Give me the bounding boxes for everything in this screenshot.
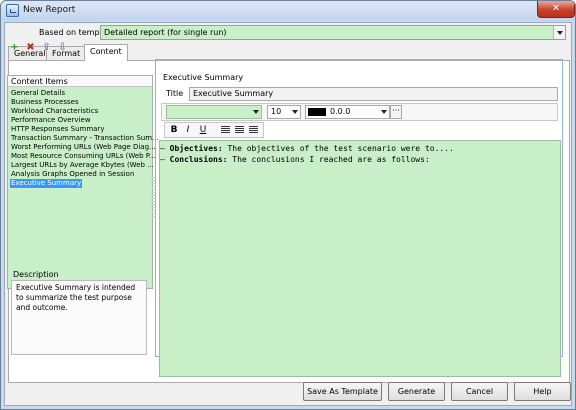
editor-line-text: The conclusions I reached are as follows… — [232, 155, 430, 164]
bold-button[interactable]: B — [168, 124, 180, 136]
align-right-icon[interactable] — [249, 126, 258, 134]
list-item[interactable]: Business Processes — [10, 98, 80, 107]
chevron-down-icon[interactable] — [553, 26, 565, 39]
list-item[interactable]: Largest URLs by Average Kbytes (Web ... — [10, 161, 155, 170]
delete-icon[interactable]: ✖ — [25, 42, 36, 53]
content-items-pane: Content Items General Details Business P… — [7, 75, 159, 289]
list-item[interactable]: Workload Characteristics — [10, 107, 99, 116]
editor-line-label: Conclusions: — [169, 155, 228, 164]
new-report-window: New Report ✕ Based on template Detailed … — [0, 0, 576, 410]
list-item[interactable]: Worst Performing URLs (Web Page Diag... — [10, 143, 157, 152]
list-item[interactable]: Performance Overview — [10, 116, 92, 125]
align-center-icon[interactable] — [235, 126, 244, 134]
editor-line: — Objectives: The objectives of the test… — [160, 144, 454, 153]
color-select[interactable]: 0.0.0 — [305, 105, 390, 119]
tab-content[interactable]: Content — [84, 44, 128, 61]
chevron-down-icon[interactable] — [251, 106, 261, 118]
generate-button[interactable]: Generate — [388, 382, 445, 401]
font-size-value: 10 — [271, 107, 282, 116]
list-item[interactable]: General Details — [10, 89, 66, 98]
move-down-icon[interactable]: ⇩ — [57, 42, 68, 53]
description-text: Executive Summary is intended to summari… — [11, 280, 147, 355]
italic-button[interactable]: I — [182, 124, 194, 136]
title-bar[interactable]: New Report ✕ — [1, 1, 575, 21]
template-value: Detailed report (for single run) — [104, 28, 227, 37]
save-as-template-button[interactable]: Save As Template — [303, 382, 382, 401]
font-size-select[interactable]: 10 — [267, 105, 301, 119]
editor-line-text: The objectives of the test scenario were… — [227, 144, 454, 153]
list-item[interactable]: Analysis Graphs Opened in Session — [10, 170, 135, 179]
more-colors-button[interactable]: ··· — [390, 105, 402, 119]
chevron-down-icon[interactable] — [379, 106, 389, 118]
align-left-icon[interactable] — [221, 126, 230, 134]
underline-button[interactable]: U — [197, 124, 209, 136]
list-item[interactable]: Transaction Summary - Transaction Sum... — [10, 134, 160, 143]
editor-line: — Conclusions: The conclusions I reached… — [160, 155, 430, 164]
help-button[interactable]: Help — [514, 382, 571, 401]
font-select[interactable] — [166, 105, 262, 119]
title-label: Title — [166, 89, 184, 98]
editor-line-label: Objectives: — [169, 144, 223, 153]
content-items-header: Content Items — [8, 76, 152, 87]
bullet-icon: — — [160, 155, 165, 164]
close-button[interactable]: ✕ — [537, 1, 575, 18]
add-icon[interactable]: + — [9, 42, 20, 53]
template-select[interactable]: Detailed report (for single run) — [100, 25, 566, 40]
list-item[interactable]: Most Resource Consuming URLs (Web P... — [10, 152, 157, 161]
cancel-button[interactable]: Cancel — [451, 382, 508, 401]
move-up-icon[interactable]: ⇧ — [41, 42, 52, 53]
list-item-selected[interactable]: Executive Summary — [10, 179, 83, 188]
list-item[interactable]: HTTP Responses Summary — [10, 125, 105, 134]
title-field[interactable]: Executive Summary — [189, 87, 558, 101]
bullet-icon: — — [160, 144, 165, 153]
window-title: New Report — [23, 5, 76, 15]
color-value: 0.0.0 — [330, 107, 351, 116]
chevron-down-icon[interactable] — [290, 106, 300, 118]
description-label: Description — [13, 270, 59, 279]
content-items-list[interactable]: General Details Business Processes Workl… — [8, 87, 159, 288]
app-icon — [6, 4, 19, 17]
color-swatch — [308, 108, 326, 116]
group-label: Executive Summary — [162, 73, 245, 82]
rich-text-editor[interactable]: — Objectives: The objectives of the test… — [159, 140, 561, 377]
